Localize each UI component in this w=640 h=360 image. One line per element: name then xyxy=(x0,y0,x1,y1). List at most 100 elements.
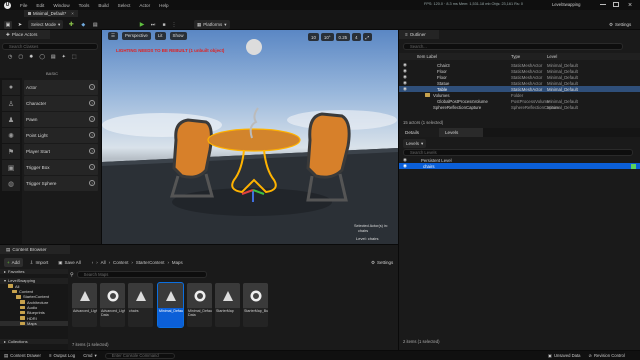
close-tab-icon[interactable]: × xyxy=(71,11,74,16)
grid-snap-button[interactable]: 10 xyxy=(308,33,319,41)
category-basic-icon[interactable]: ▢ xyxy=(18,54,23,60)
help-icon[interactable]: ? xyxy=(89,148,95,154)
asset-tile[interactable]: StarterMap xyxy=(215,283,240,327)
favorites-section[interactable]: ▸ Favorites xyxy=(0,269,68,275)
menu-file[interactable]: File xyxy=(20,3,27,8)
actor-item-trigger-sphere[interactable]: Trigger Sphere? xyxy=(24,176,98,191)
menu-actor[interactable]: Actor xyxy=(139,3,150,8)
help-icon[interactable]: ? xyxy=(89,164,95,170)
content-browser-tab[interactable]: ▤ Content Browser xyxy=(0,245,70,254)
col-level[interactable]: Level xyxy=(547,54,557,59)
asset-tile[interactable]: Advanced_Lighting xyxy=(72,283,97,327)
actor-item-player-start[interactable]: Player Start? xyxy=(24,144,98,159)
category-recent-icon[interactable]: ◷ xyxy=(8,54,12,60)
asset-search-input[interactable]: Search Maps xyxy=(76,271,207,278)
menu-tools[interactable]: Tools xyxy=(79,3,90,8)
cinematics-icon[interactable]: ▤ xyxy=(91,21,99,29)
asset-tile[interactable]: Minimal_Default_Built Data xyxy=(187,283,212,327)
breadcrumb-all[interactable]: All xyxy=(101,260,106,265)
lit-button[interactable]: Lit xyxy=(154,31,166,40)
show-button[interactable]: Show xyxy=(169,31,187,40)
platforms-button[interactable]: ▦ Platforms ▾ xyxy=(194,20,230,29)
category-lights-icon[interactable]: ✹ xyxy=(29,54,33,60)
forward-icon[interactable]: › xyxy=(96,260,97,265)
level-viewport[interactable]: ☰ Perspective Lit Show 10 10° 0.25 4 ⤢ L… xyxy=(102,30,398,244)
asset-tile[interactable]: Advanced_Lighting_Built Data xyxy=(100,283,125,327)
breadcrumb-content[interactable]: Content xyxy=(113,260,128,265)
actor-item-character[interactable]: Character? xyxy=(24,96,98,111)
maximize-button[interactable] xyxy=(613,2,619,7)
help-icon[interactable]: ? xyxy=(89,116,95,122)
actor-item-trigger-box[interactable]: Trigger Box? xyxy=(24,160,98,175)
filter-icon[interactable]: ⚲ xyxy=(70,272,74,278)
camera-speed-button[interactable]: 4 xyxy=(352,33,361,41)
menu-window[interactable]: Window xyxy=(53,3,69,8)
menu-edit[interactable]: Edit xyxy=(36,3,44,8)
search-classes-input[interactable]: Search Classes xyxy=(2,43,98,50)
skip-icon[interactable]: ⏭ xyxy=(149,21,157,29)
menu-select[interactable]: Select xyxy=(118,3,131,8)
details-tab[interactable]: Details xyxy=(399,128,439,137)
collections-section[interactable]: ▸ Collections xyxy=(0,339,68,345)
content-drawer-button[interactable]: ▤ Content Drawer xyxy=(4,353,41,359)
levels-search-input[interactable]: Search Levels xyxy=(403,149,633,156)
angle-snap-button[interactable]: 10° xyxy=(320,33,334,41)
menu-help[interactable]: Help xyxy=(159,3,168,8)
outliner-tab[interactable]: ≡ Outliner xyxy=(399,30,439,39)
mode-icon[interactable]: ➤ xyxy=(16,21,24,29)
perspective-button[interactable]: Perspective xyxy=(121,31,151,40)
actor-item-point-light[interactable]: Point Light? xyxy=(24,128,98,143)
revision-control-button[interactable]: ⊘ Revision Control xyxy=(589,353,625,358)
levels-tab[interactable]: Levels xyxy=(439,128,483,137)
settings-button[interactable]: ⚙ Settings xyxy=(606,20,634,29)
maximize-viewport-button[interactable]: ⤢ xyxy=(362,33,373,41)
outliner-search-input[interactable]: Search... xyxy=(403,43,623,50)
levels-dropdown[interactable]: Levels ▾ xyxy=(403,139,427,148)
output-log-button[interactable]: ≡ Output Log xyxy=(49,353,75,358)
col-type[interactable]: Type xyxy=(511,54,520,59)
minimize-button[interactable] xyxy=(600,4,606,5)
content-settings-button[interactable]: ⚙ Settings xyxy=(368,258,396,267)
level-color-swatch[interactable] xyxy=(631,163,636,169)
level-row-selected[interactable]: ◉ chairs xyxy=(399,163,640,169)
outliner-row[interactable]: SphereReflectionCapture SphereReflectionC… xyxy=(399,104,640,110)
help-icon[interactable]: ? xyxy=(89,180,95,186)
blueprint-icon[interactable]: ◆ xyxy=(79,21,87,29)
cmd-button[interactable]: Cmd ▾ xyxy=(83,353,97,359)
select-mode-button[interactable]: Select Mode ▾ xyxy=(28,20,64,29)
unsaved-data-button[interactable]: ▣ Unsaved Data xyxy=(548,353,581,358)
breadcrumb-maps[interactable]: Maps xyxy=(172,260,183,265)
back-icon[interactable]: ‹ xyxy=(92,260,93,265)
category-fx-icon[interactable]: ✦ xyxy=(62,54,66,60)
stop-icon[interactable]: ■ xyxy=(160,21,168,29)
eye-icon[interactable]: ◉ xyxy=(403,163,407,169)
add-button[interactable]: + Add xyxy=(4,258,23,267)
more-options-icon[interactable]: ⋮ xyxy=(171,21,177,29)
asset-tile[interactable]: StarterMap_BuiltData xyxy=(243,283,268,327)
add-actor-icon[interactable]: ✚ xyxy=(67,21,75,29)
menu-build[interactable]: Build xyxy=(98,3,108,8)
category-shapes-icon[interactable]: ◯ xyxy=(39,54,45,60)
tree-maps[interactable]: Maps xyxy=(0,320,68,326)
save-icon[interactable]: ▣ xyxy=(4,20,12,29)
category-volume-icon[interactable]: ⬚ xyxy=(72,54,77,60)
console-input[interactable]: Enter Console Command xyxy=(104,352,175,359)
col-item-label[interactable]: Item Label xyxy=(417,54,437,59)
asset-tile[interactable]: chairs xyxy=(128,283,153,327)
save-all-button[interactable]: ▣ Save All xyxy=(55,258,84,267)
breadcrumb-starter[interactable]: StarterContent xyxy=(136,260,165,265)
asset-tile-selected[interactable]: Minimal_Default xyxy=(157,282,184,328)
help-icon[interactable]: ? xyxy=(89,132,95,138)
category-cinematic-icon[interactable]: ▤ xyxy=(51,54,56,60)
place-actors-tab[interactable]: ✚ Place Actors xyxy=(0,30,50,39)
play-icon[interactable]: ▶ xyxy=(138,21,146,29)
help-icon[interactable]: ? xyxy=(89,100,95,106)
help-icon[interactable]: ? xyxy=(89,84,95,90)
close-window-button[interactable]: × xyxy=(626,1,634,9)
viewport-menu-button[interactable]: ☰ xyxy=(108,31,118,40)
import-button[interactable]: ⇩ Import xyxy=(27,258,52,267)
actor-item-pawn[interactable]: Pawn? xyxy=(24,112,98,127)
scale-snap-button[interactable]: 0.25 xyxy=(335,33,351,41)
actor-item-actor[interactable]: Actor? xyxy=(24,80,98,95)
level-tab[interactable]: Minimal_Default* × xyxy=(24,10,78,17)
